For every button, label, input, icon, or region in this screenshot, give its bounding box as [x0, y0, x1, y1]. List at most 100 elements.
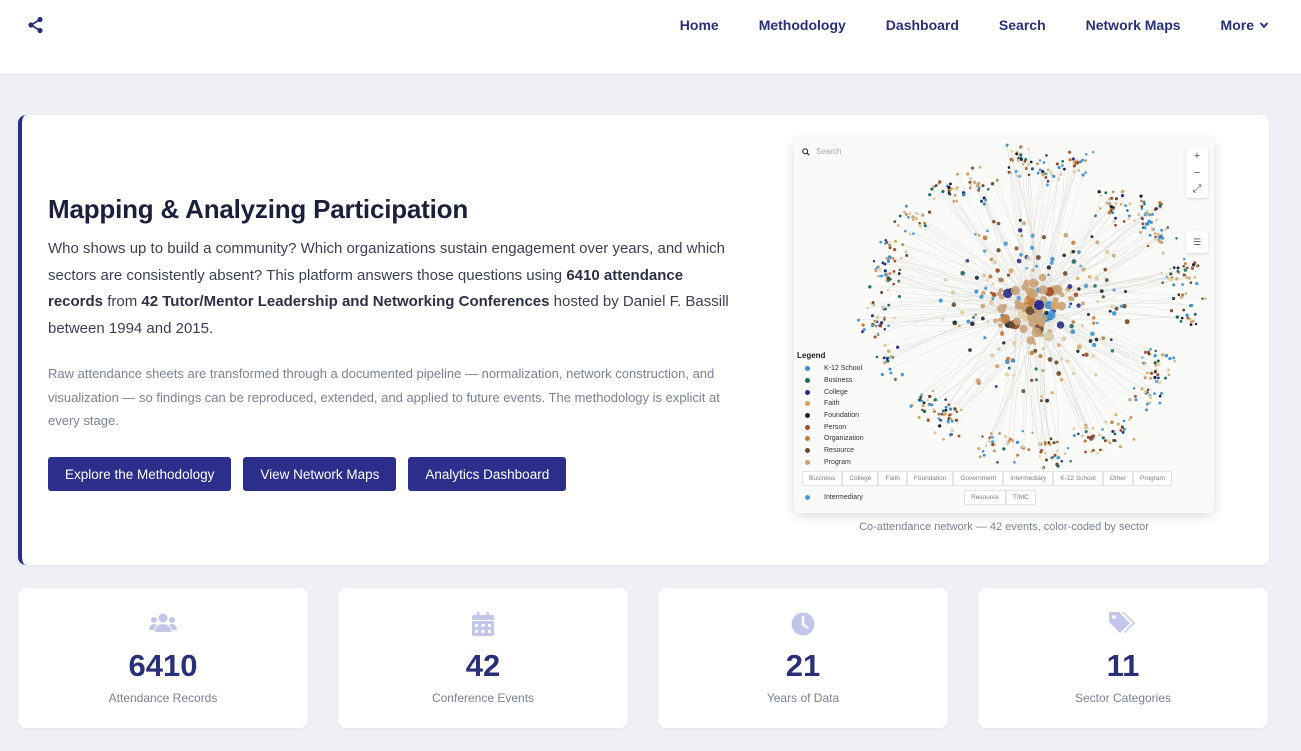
- network-node: [970, 166, 975, 170]
- sector-filter-chip[interactable]: College: [842, 471, 879, 486]
- network-node: [1173, 359, 1177, 363]
- network-node: [1005, 143, 1009, 147]
- sector-filter-chip[interactable]: T/MC: [1005, 490, 1036, 505]
- network-node: [966, 319, 971, 324]
- legend-item: Person: [797, 421, 864, 433]
- network-node: [1060, 378, 1064, 382]
- network-node: [1008, 268, 1014, 274]
- sector-filter-chip[interactable]: Foundation: [906, 471, 954, 486]
- network-node: [893, 220, 897, 224]
- network-node: [1158, 380, 1162, 385]
- network-node: [1181, 283, 1185, 286]
- network-node: [1003, 434, 1008, 439]
- users-icon: [149, 613, 177, 632]
- stat-label: Sector Categories: [1074, 691, 1172, 705]
- network-node: [1145, 402, 1149, 406]
- network-node: [1090, 235, 1094, 239]
- network-node: [990, 353, 995, 358]
- network-node: [953, 407, 957, 411]
- explore-methodology-button[interactable]: Explore the Methodology: [48, 457, 232, 491]
- network-node: [1019, 253, 1023, 257]
- network-node: [1072, 164, 1077, 168]
- network-node: [1060, 164, 1064, 167]
- network-node: [1076, 349, 1080, 353]
- sector-filter-chip[interactable]: Business: [802, 471, 843, 486]
- network-node: [1067, 284, 1073, 289]
- network-node: [1184, 292, 1188, 295]
- network-node: [1002, 447, 1006, 451]
- network-node: [1185, 276, 1189, 280]
- settings-sliders-icon[interactable]: ☰: [1186, 231, 1208, 253]
- network-node: [1095, 240, 1100, 245]
- nav-network-maps[interactable]: Network Maps: [1066, 17, 1201, 33]
- network-node: [1091, 316, 1096, 320]
- zoom-in-icon[interactable]: +: [1186, 147, 1208, 164]
- sector-filter-chip[interactable]: Faith: [878, 471, 907, 486]
- sector-filter-chip[interactable]: Government: [953, 471, 1004, 486]
- share-network-logo-icon[interactable]: [27, 16, 45, 34]
- network-node: [887, 324, 890, 328]
- analytics-dashboard-button[interactable]: Analytics Dashboard: [408, 457, 567, 491]
- sector-filter-chip[interactable]: Intermediary: [1003, 471, 1054, 486]
- network-node: [911, 215, 915, 219]
- nav-links: Home Methodology Dashboard Search Networ…: [660, 0, 1269, 50]
- network-node: [1153, 375, 1157, 380]
- network-node: [1134, 395, 1137, 398]
- network-node: [1055, 449, 1059, 453]
- network-node: [887, 349, 891, 353]
- network-node: [873, 321, 877, 325]
- zoom-out-icon[interactable]: −: [1186, 164, 1208, 181]
- network-node: [957, 434, 961, 438]
- network-node: [909, 404, 913, 408]
- network-node: [876, 320, 879, 324]
- nav-home[interactable]: Home: [660, 17, 739, 33]
- network-node: [1038, 455, 1041, 458]
- sector-filter-chip[interactable]: K-12 School: [1053, 471, 1103, 486]
- network-node: [1056, 440, 1059, 444]
- legend-dot: [805, 424, 810, 430]
- sector-filter-chip[interactable]: Resource: [964, 490, 1006, 505]
- network-node: [1060, 357, 1064, 361]
- network-node: [880, 274, 883, 278]
- network-node: [883, 343, 887, 348]
- network-node: [995, 179, 999, 182]
- network-node: [1091, 434, 1096, 438]
- network-node: [1128, 214, 1131, 218]
- network-preview-image[interactable]: Search + − ⤢ ☰ Legend K-12 School Busines…: [794, 139, 1214, 513]
- network-node: [1071, 157, 1075, 161]
- nav-search[interactable]: Search: [979, 17, 1066, 33]
- legend-label: K-12 School: [824, 365, 863, 373]
- nav-dashboard[interactable]: Dashboard: [866, 17, 979, 33]
- network-node: [1030, 378, 1034, 383]
- nav-more-dropdown[interactable]: More: [1201, 17, 1269, 33]
- network-node: [1081, 353, 1085, 357]
- network-search[interactable]: Search: [802, 147, 841, 156]
- network-node: [886, 288, 890, 292]
- network-node: [1101, 295, 1105, 299]
- network-node: [1114, 197, 1118, 201]
- view-network-maps-button[interactable]: View Network Maps: [243, 457, 397, 491]
- network-node: [896, 345, 900, 349]
- network-node: [1094, 276, 1100, 281]
- network-node: [1043, 331, 1054, 342]
- network-node: [991, 292, 997, 298]
- network-node: [875, 266, 879, 269]
- network-node: [1144, 408, 1149, 412]
- network-node: [1047, 273, 1050, 277]
- network-node: [1018, 174, 1022, 178]
- network-node: [968, 180, 972, 184]
- network-node: [883, 316, 886, 319]
- fit-view-icon[interactable]: ⤢: [1186, 181, 1208, 198]
- sector-filter-chip[interactable]: Program: [1133, 471, 1172, 486]
- network-node: [886, 359, 890, 363]
- nav-methodology[interactable]: Methodology: [739, 17, 866, 33]
- network-node: [1077, 168, 1081, 173]
- sector-filter-chip[interactable]: Other: [1102, 471, 1133, 486]
- network-node: [1140, 207, 1144, 211]
- network-node: [988, 440, 992, 444]
- legend-dot: [805, 366, 810, 372]
- network-node: [1160, 228, 1164, 232]
- network-node: [926, 418, 930, 422]
- network-node: [1158, 203, 1162, 208]
- network-node: [968, 348, 972, 352]
